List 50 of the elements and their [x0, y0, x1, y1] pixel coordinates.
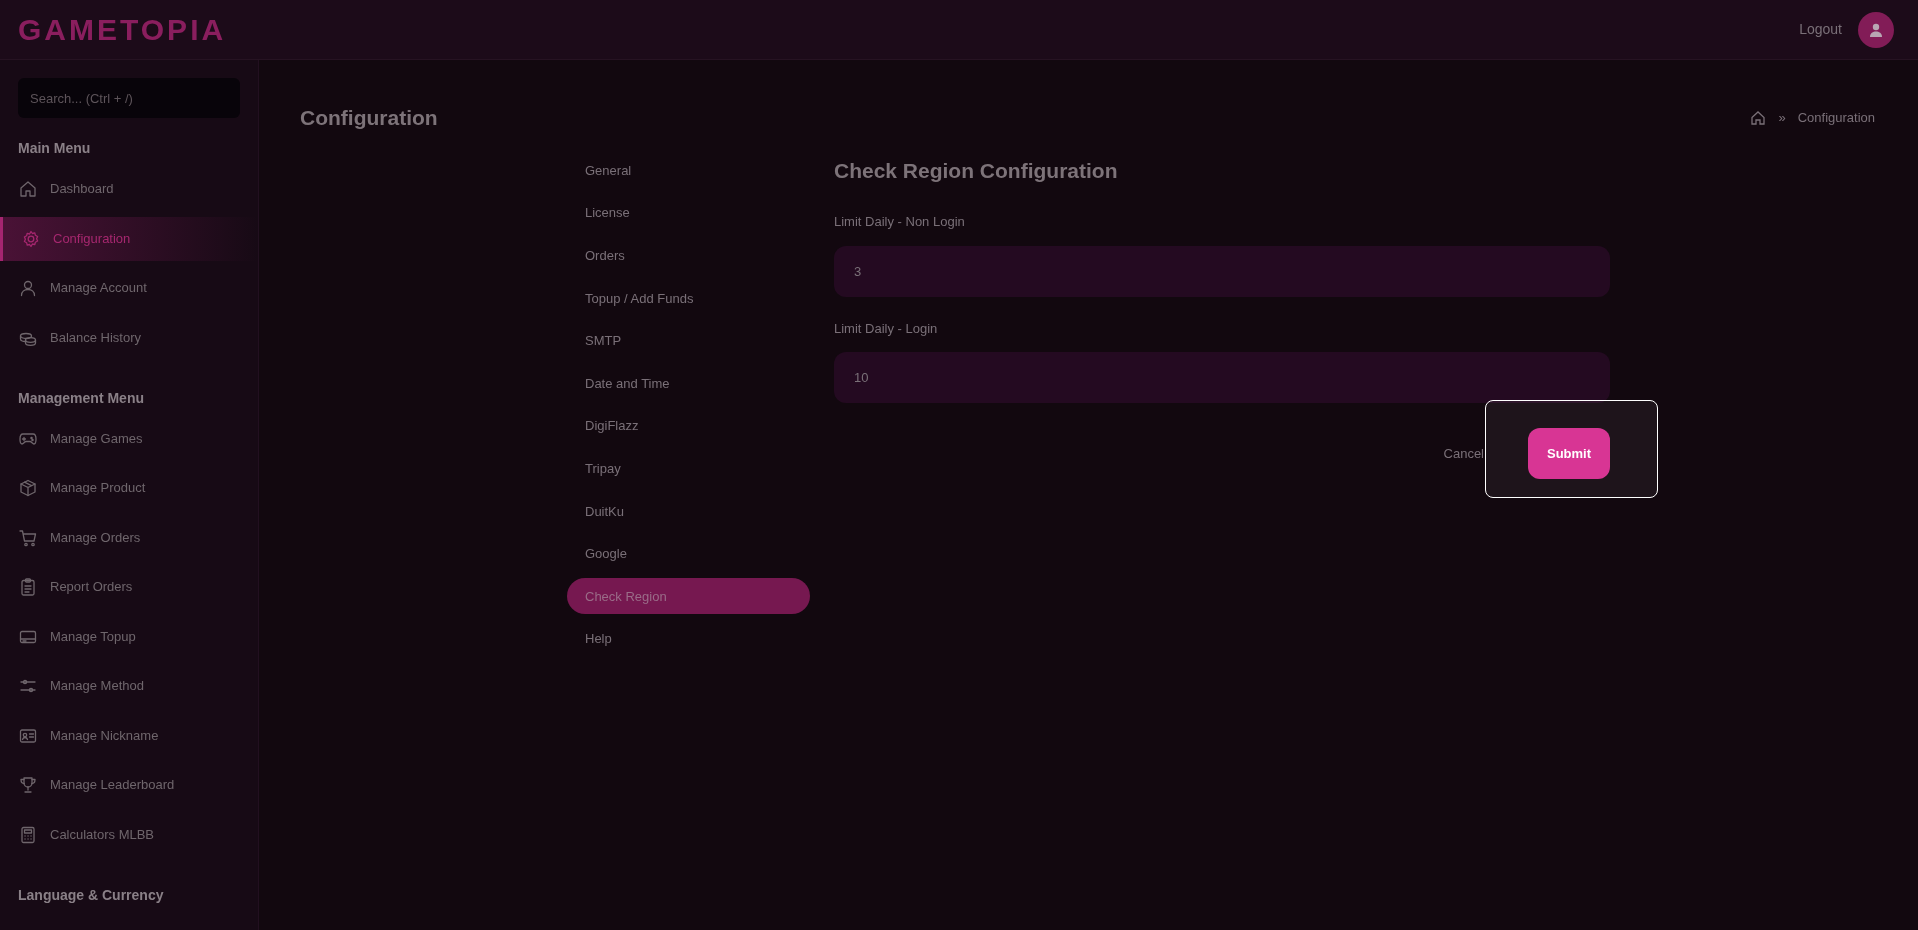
home-icon[interactable]: [1750, 109, 1767, 126]
input-field[interactable]: 10: [834, 352, 1610, 403]
home-icon: [18, 179, 38, 199]
breadcrumb-separator: »: [1778, 109, 1786, 127]
sidebar-item[interactable]: Report Orders: [0, 565, 258, 609]
sidebar-item[interactable]: Manage Orders: [0, 515, 258, 560]
sidebar-item[interactable]: Manage Product: [0, 466, 258, 510]
clipboard-icon: [18, 577, 38, 597]
sidebar-item[interactable]: Calculators MLBB: [0, 812, 258, 857]
avatar-icon[interactable]: [1858, 11, 1894, 48]
sidebar-item[interactable]: Manage Games: [0, 416, 258, 461]
config-menu-item[interactable]: DigiFlazz: [567, 408, 810, 445]
section-heading: Main Menu: [17, 139, 92, 158]
logo: GAMETOPIA: [18, 12, 227, 48]
config-menu-item[interactable]: Help: [567, 621, 810, 658]
input-field[interactable]: 3: [834, 245, 1610, 297]
field-label: Limit Daily - Non Login: [834, 213, 966, 231]
breadcrumb-current: Configuration: [1797, 109, 1875, 127]
user-icon: [18, 278, 38, 298]
section-heading: Management Menu: [17, 388, 145, 408]
config-menu-item[interactable]: License: [567, 195, 810, 232]
logout-link[interactable]: Logout: [1799, 19, 1842, 40]
section-heading: Language & Currency: [17, 885, 165, 905]
config-menu-item[interactable]: General: [567, 152, 810, 189]
sidebar-item[interactable]: Manage Leaderboard: [0, 763, 258, 807]
config-menu-item[interactable]: Topup / Add Funds: [567, 280, 810, 317]
sidebar-item[interactable]: Dashboard: [0, 167, 258, 211]
cart-icon: [18, 527, 38, 548]
config-menu-item[interactable]: Orders: [567, 237, 810, 274]
page-title: Configuration: [300, 105, 438, 131]
config-menu-item[interactable]: Date and Time: [567, 365, 810, 402]
sidebar-item[interactable]: Balance History: [0, 315, 258, 360]
sidebar-item[interactable]: Manage Topup: [0, 614, 258, 659]
config-menu-item[interactable]: DuitKu: [567, 493, 810, 530]
sidebar-item[interactable]: Manage Method: [0, 664, 258, 708]
box-icon: [18, 478, 38, 498]
form-title: Check Region Configuration: [834, 157, 1119, 184]
field-label: Limit Daily - Login: [834, 319, 939, 338]
config-menu-item[interactable]: Check Region: [567, 578, 810, 615]
settings-icon: [21, 228, 41, 249]
submit-button[interactable]: Submit: [1528, 428, 1610, 479]
sidebar-item[interactable]: Manage Nickname: [0, 713, 258, 758]
config-menu-item[interactable]: SMTP: [567, 322, 810, 359]
calculator-icon: [18, 824, 38, 845]
config-menu-item[interactable]: Tripay: [567, 450, 810, 487]
config-menu-item[interactable]: Google: [567, 535, 810, 572]
sidebar-item[interactable]: Manage Account: [0, 266, 258, 310]
cancel-button[interactable]: Cancel: [1443, 443, 1484, 464]
trophy-icon: [18, 775, 38, 795]
search-field[interactable]: Search... (Ctrl + /): [18, 78, 240, 118]
